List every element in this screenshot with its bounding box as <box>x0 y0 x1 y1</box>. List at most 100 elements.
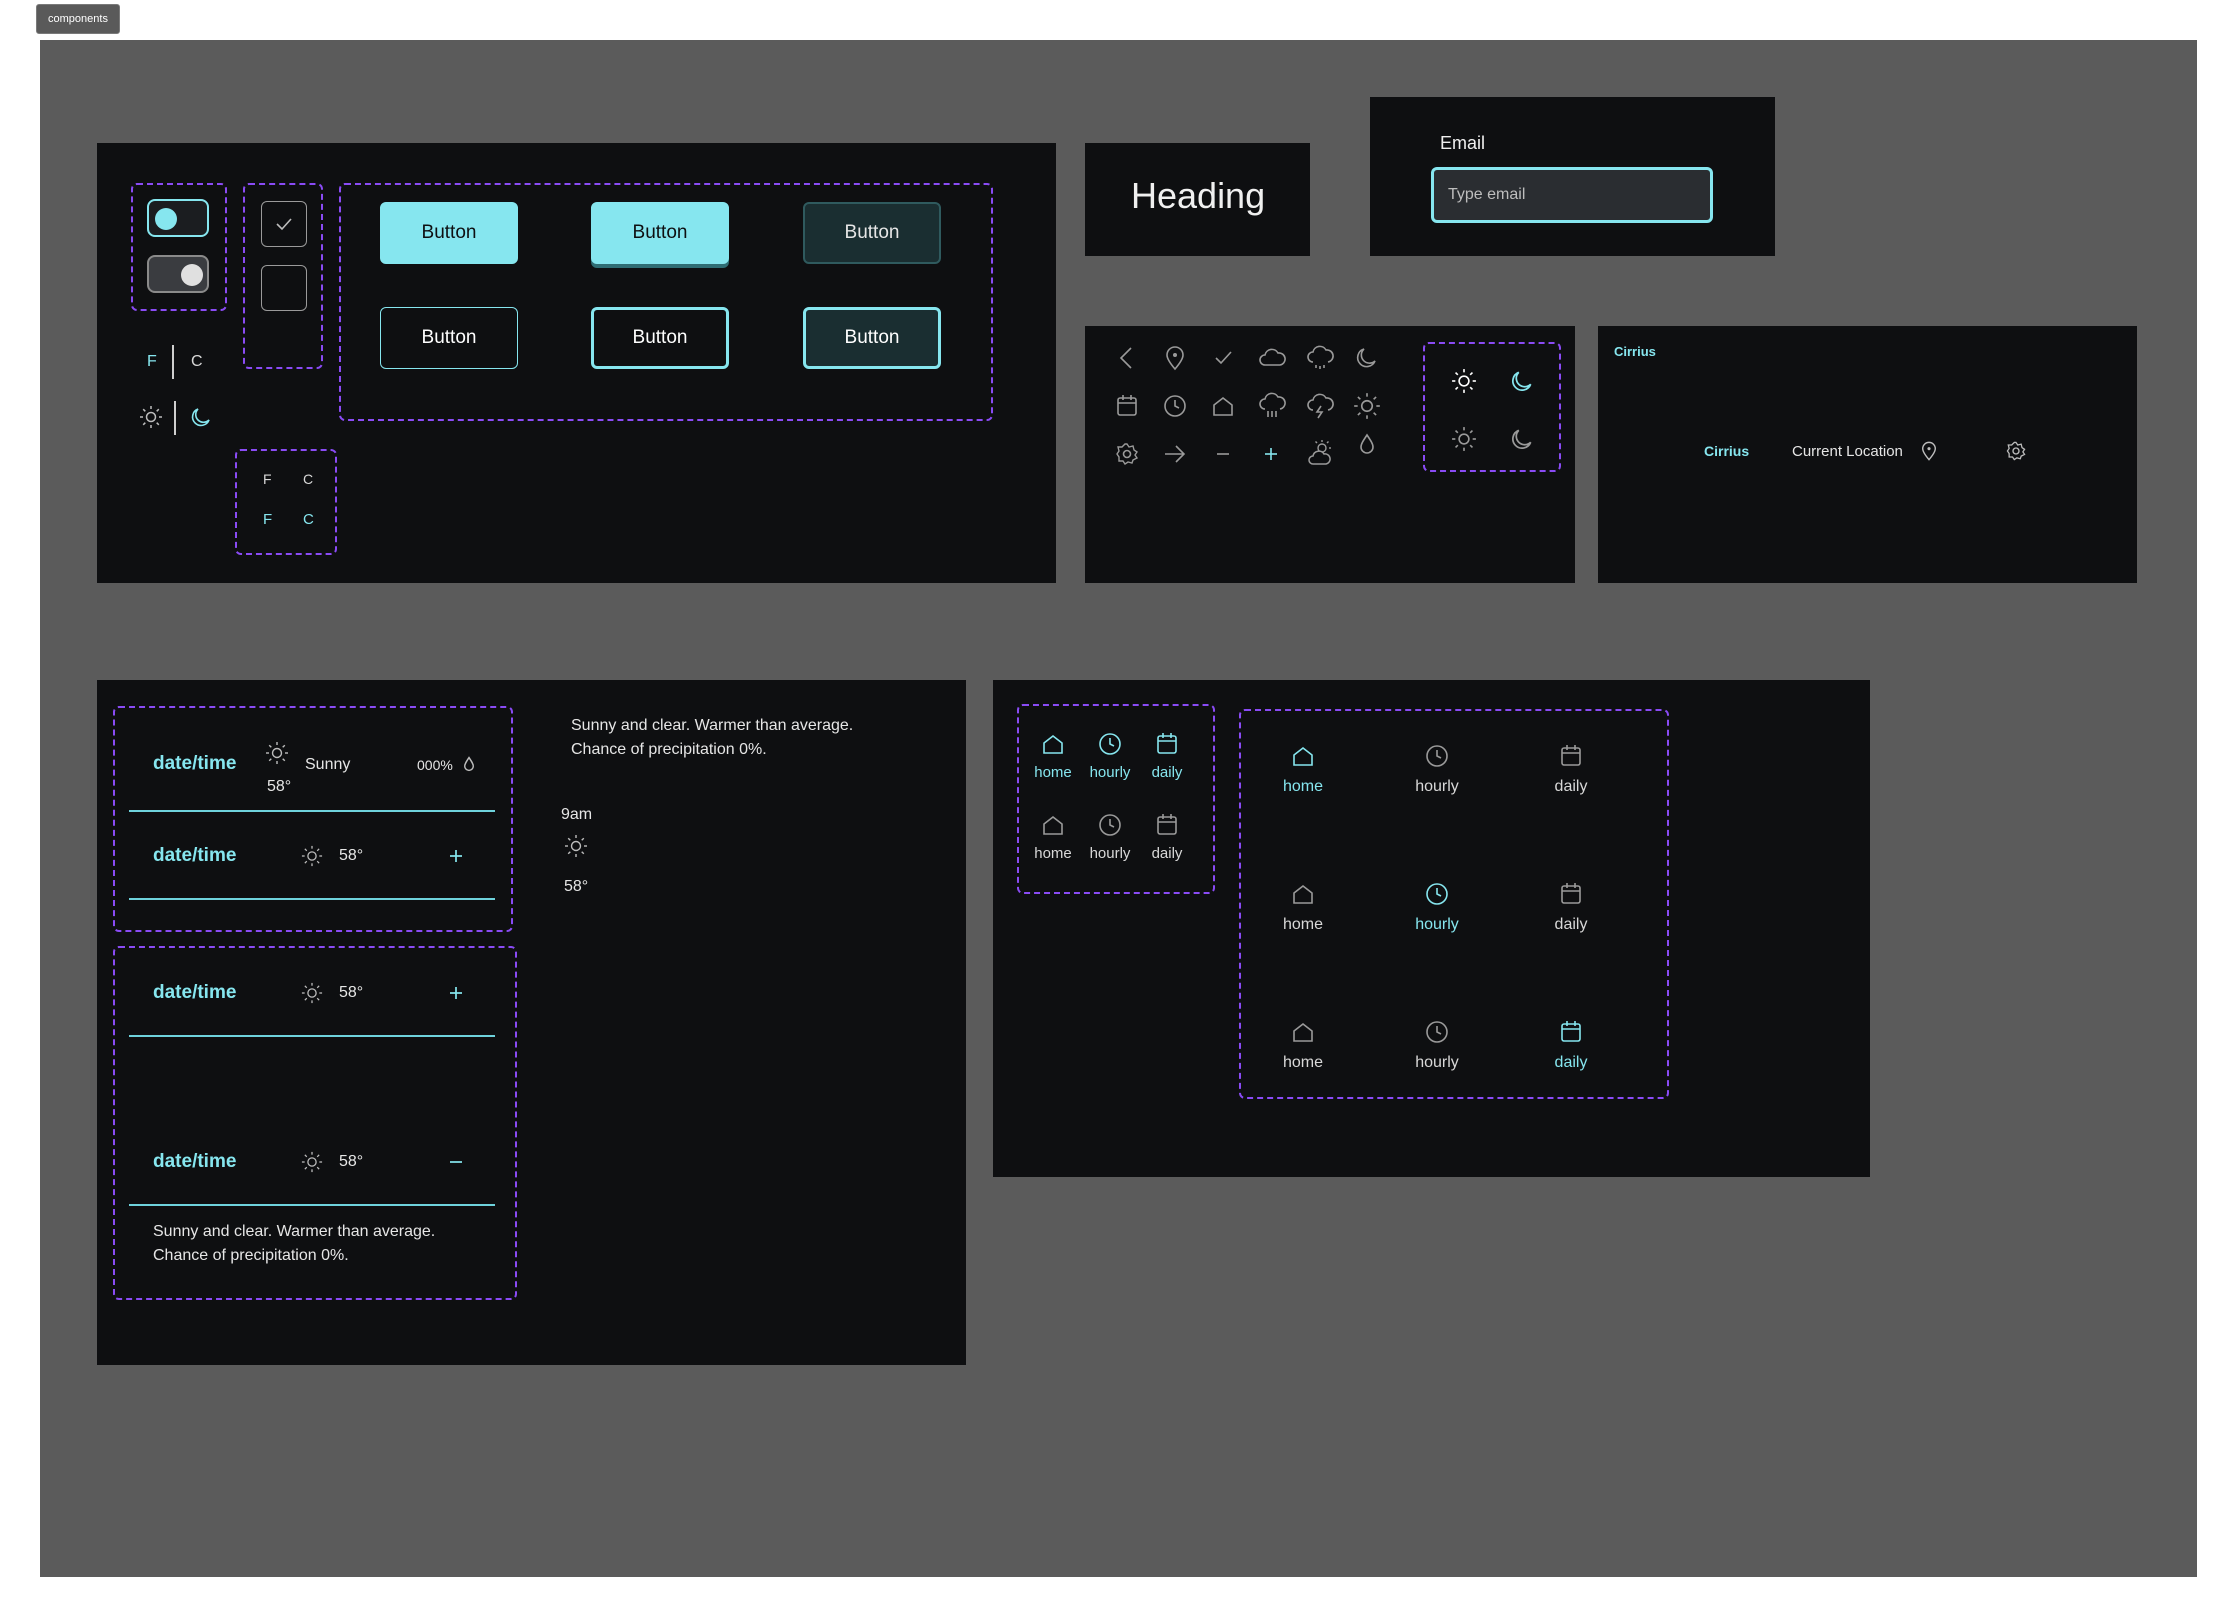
nav-item-daily[interactable]: daily <box>1521 880 1621 934</box>
nav-item-hourly[interactable]: hourly <box>1080 730 1140 781</box>
hour-time: 9am <box>561 806 593 823</box>
sun-icon[interactable] <box>1451 426 1477 452</box>
nav-item-label: home <box>1282 916 1324 933</box>
clock-icon <box>1099 814 1121 836</box>
map-pin-icon[interactable] <box>1918 439 1940 463</box>
card-date[interactable]: date/time <box>153 845 236 867</box>
calendar-icon <box>1561 883 1581 904</box>
nav-item-label: hourly <box>1415 778 1459 795</box>
email-panel: Email Type email <box>1370 97 1775 256</box>
minus-icon <box>1217 453 1229 455</box>
sun-icon <box>301 982 323 1004</box>
unit-c[interactable]: C <box>303 471 313 487</box>
plus-icon[interactable] <box>444 844 468 868</box>
nav-item-label: daily <box>1554 916 1588 933</box>
card-date[interactable]: date/time <box>153 982 236 1004</box>
toggle-off[interactable] <box>147 255 209 293</box>
card-temp: 58° <box>339 984 364 1001</box>
nav-item-label: hourly <box>1415 916 1459 933</box>
droplet-icon <box>463 756 475 772</box>
controls-panel: F C F C F C Button Button Button Button … <box>97 143 1056 583</box>
nav-item-label: daily <box>1151 845 1183 862</box>
checkbox-unchecked[interactable] <box>261 265 307 311</box>
partly-cloudy-icon <box>1308 440 1331 465</box>
nav-item-daily[interactable]: daily <box>1137 730 1197 781</box>
check-icon <box>1215 351 1232 365</box>
brand-logo[interactable]: Cirrius <box>1704 443 1749 459</box>
nav-item-label: hourly <box>1089 764 1131 781</box>
sun-icon <box>1354 393 1380 419</box>
clock-icon <box>1426 883 1448 905</box>
home-icon <box>1293 1022 1313 1042</box>
minus-icon[interactable] <box>444 1150 468 1174</box>
button-primary[interactable]: Button <box>380 202 518 264</box>
button-primary-hover[interactable]: Button <box>591 202 729 264</box>
clock-icon <box>1426 1021 1448 1043</box>
toggle-knob <box>155 208 177 230</box>
card-divider <box>129 1204 495 1206</box>
card-description: Sunny and clear. Warmer than average. Ch… <box>153 1223 436 1264</box>
theme-icon-states <box>1423 342 1561 472</box>
home-icon <box>1293 884 1313 904</box>
nav-item-home[interactable]: home <box>1023 730 1083 781</box>
unit-f[interactable]: F <box>263 511 272 528</box>
checkbox-checked[interactable] <box>261 201 307 247</box>
nav-item-label: home <box>1034 764 1072 781</box>
moon-icon[interactable] <box>1509 426 1535 452</box>
nav-item-label: home <box>1034 845 1072 862</box>
nav-item-home[interactable]: home <box>1253 742 1353 796</box>
home-icon <box>1293 746 1313 766</box>
calendar-icon <box>1157 733 1177 754</box>
nav-item-hourly[interactable]: hourly <box>1387 742 1487 796</box>
nav-item-hourly[interactable]: hourly <box>1387 1018 1487 1072</box>
nav-item-daily[interactable]: daily <box>1521 1018 1621 1072</box>
clock-icon <box>1426 745 1448 767</box>
calendar-icon <box>1561 1021 1581 1042</box>
nav-item-home[interactable]: home <box>1253 1018 1353 1072</box>
arrow-right-icon <box>1165 445 1186 463</box>
clock-icon <box>1164 395 1186 417</box>
unit-c[interactable]: C <box>191 353 203 371</box>
nav-item-daily[interactable]: daily <box>1137 811 1197 862</box>
nav-item-home[interactable]: home <box>1023 811 1083 862</box>
components-canvas: F C F C F C Button Button Button Button … <box>40 40 2197 1577</box>
card-date[interactable]: date/time <box>153 1151 236 1173</box>
location-label[interactable]: Current Location <box>1792 443 1903 460</box>
button-outline[interactable]: Button <box>380 307 518 369</box>
calendar-icon <box>1561 745 1581 766</box>
nav-item-label: daily <box>1554 1054 1588 1071</box>
toggle-on[interactable] <box>147 199 209 237</box>
cloud-drizzle-icon <box>1307 345 1334 369</box>
unit-f[interactable]: F <box>263 471 272 487</box>
card-divider <box>129 898 495 900</box>
header-panel: Cirrius Cirrius Current Location <box>1598 326 2137 583</box>
card-date[interactable]: date/time <box>153 753 236 775</box>
nav-item-label: home <box>1282 778 1324 795</box>
moon-icon[interactable] <box>189 405 213 429</box>
button-outline-active[interactable]: Button <box>803 307 941 369</box>
nav-item-label: home <box>1282 1054 1324 1071</box>
email-field[interactable]: Type email <box>1431 167 1713 223</box>
button-outline-hover[interactable]: Button <box>591 307 729 369</box>
card-temp: 58° <box>339 847 364 864</box>
sun-icon[interactable] <box>139 405 163 429</box>
plus-icon[interactable] <box>444 981 468 1005</box>
nav-item-home[interactable]: home <box>1253 880 1353 934</box>
unit-divider <box>172 345 174 379</box>
button-primary-dark[interactable]: Button <box>803 202 941 264</box>
card-temp: 58° <box>339 1153 364 1170</box>
unit-f[interactable]: F <box>147 353 157 371</box>
plus-icon <box>1265 448 1277 460</box>
check-icon <box>276 218 292 231</box>
nav-item-hourly[interactable]: hourly <box>1387 880 1487 934</box>
sun-icon[interactable] <box>1451 368 1477 394</box>
nav-item-hourly[interactable]: hourly <box>1080 811 1140 862</box>
unit-c[interactable]: C <box>303 511 314 528</box>
sun-icon <box>301 845 323 867</box>
settings-icon[interactable] <box>2004 439 2028 463</box>
calendar-icon <box>1157 814 1177 835</box>
moon-icon[interactable] <box>1509 368 1535 394</box>
nav-item-daily[interactable]: daily <box>1521 742 1621 796</box>
droplet-icon <box>1360 433 1374 454</box>
icons-panel <box>1085 326 1575 583</box>
